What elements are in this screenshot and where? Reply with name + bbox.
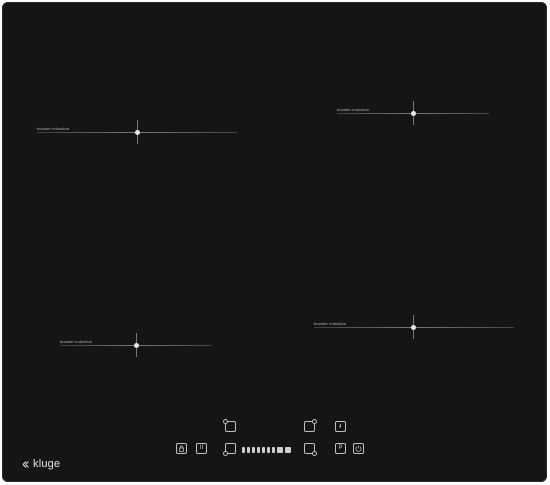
pause-button[interactable]: II (196, 443, 207, 454)
zone-select-rear-left-button[interactable] (223, 419, 236, 432)
clock-icon (339, 424, 341, 428)
zone-label: booster induction (314, 321, 347, 326)
slider-segment (257, 447, 260, 453)
slider-segment (277, 447, 283, 453)
slider-segment (252, 447, 255, 453)
pause-symbol: II (199, 445, 204, 451)
lock-icon (179, 445, 184, 452)
brand-logo: kluge (22, 458, 60, 470)
zone-center-dot (411, 111, 416, 116)
slider-segment (247, 447, 250, 453)
cooking-zone-rear-right: booster induction (337, 101, 489, 125)
cooking-zone-front-left-top: booster induction (37, 120, 237, 144)
slider-segment (285, 447, 291, 453)
induction-hob-panel: booster induction booster induction boos… (2, 2, 547, 482)
zone-select-front-left-button[interactable] (223, 443, 236, 456)
brand-name: kluge (33, 458, 61, 470)
zone-select-rear-right-button[interactable] (304, 419, 317, 432)
zone-label: booster induction (337, 107, 370, 112)
zone-label: booster induction (60, 339, 93, 344)
zone-select-front-right-button[interactable] (304, 443, 317, 456)
kluge-logo-icon (22, 460, 29, 468)
child-lock-button[interactable] (176, 443, 187, 454)
slider-segment (262, 447, 265, 453)
zone-center-dot (134, 343, 139, 348)
power-level-slider[interactable] (242, 447, 291, 454)
boost-button[interactable]: P (335, 443, 346, 454)
slider-segment (267, 447, 270, 453)
timer-button[interactable] (335, 421, 346, 432)
zone-label: booster induction (37, 126, 70, 131)
slider-segment (242, 447, 245, 453)
power-button[interactable] (353, 443, 364, 454)
slider-segment (272, 447, 275, 453)
cooking-zone-front-left: booster induction (60, 333, 212, 357)
cooking-zone-front-right: booster induction (314, 315, 514, 339)
boost-symbol: P (338, 445, 343, 451)
zone-center-dot (411, 325, 416, 330)
zone-center-dot (135, 130, 140, 135)
power-icon (355, 445, 362, 452)
